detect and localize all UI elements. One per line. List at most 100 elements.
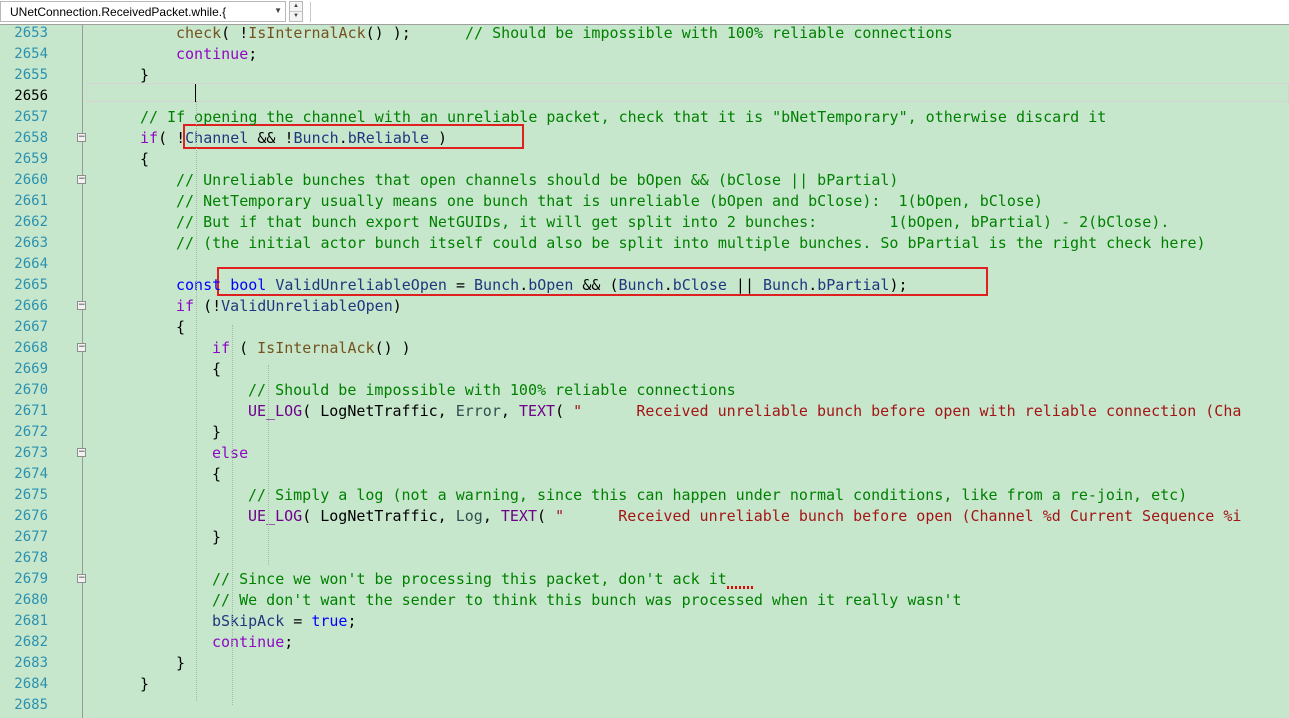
- code-text: }: [212, 422, 221, 443]
- line-number: 2663: [14, 235, 48, 251]
- code-token: {: [176, 318, 186, 336]
- code-text: // Should be impossible with 100% reliab…: [248, 380, 736, 401]
- code-token: && !: [248, 129, 294, 147]
- code-line[interactable]: 2682 continue;: [0, 632, 1289, 653]
- code-line[interactable]: 2658 − if( !Channel && !Bunch.bReliable ): [0, 128, 1289, 149]
- chevron-down-icon[interactable]: ▼: [290, 12, 302, 21]
- code-token: " Received unreliable bunch before open …: [555, 507, 1242, 525]
- code-line[interactable]: 2683}: [0, 653, 1289, 674]
- code-line[interactable]: 2653 check( !IsInternalAck() ); // Should…: [0, 25, 1289, 44]
- code-token: {: [212, 465, 222, 483]
- code-line[interactable]: 2679 − // Since we won't be processing thi…: [0, 569, 1289, 590]
- collapse-icon[interactable]: −: [77, 301, 86, 310]
- code-line[interactable]: 2659 {: [0, 149, 1289, 170]
- code-line[interactable]: 2667 {: [0, 317, 1289, 338]
- scope-dropdown[interactable]: UNetConnection.ReceivedPacket.while.{ ▼: [0, 1, 286, 22]
- code-line[interactable]: 2670 // Should be impossible with 100% re…: [0, 380, 1289, 401]
- code-line[interactable]: 2678: [0, 548, 1289, 569]
- scope-label: UNetConnection.ReceivedPacket.while.{: [10, 5, 227, 19]
- code-token: IsInternalAck: [257, 339, 375, 357]
- line-number: 2675: [14, 487, 48, 503]
- code-token: ,: [482, 507, 501, 525]
- code-token: TEXT: [500, 507, 537, 525]
- code-line[interactable]: 2671 UE_LOG( LogNetTraffic, Error, TEXT( …: [0, 401, 1289, 422]
- code-token: UE_LOG: [248, 402, 303, 420]
- code-line[interactable]: 2654 continue;: [0, 44, 1289, 65]
- code-line[interactable]: 2675 // Simply a log (not a warning, sinc…: [0, 485, 1289, 506]
- code-token: bReliable: [347, 129, 429, 147]
- code-line[interactable]: 2656: [0, 86, 1289, 107]
- code-line[interactable]: 2661 // NetTemporary usually means one bu…: [0, 191, 1289, 212]
- code-text: // We don't want the sender to think thi…: [212, 590, 962, 611]
- code-token: );: [889, 276, 908, 294]
- code-token: Bunch: [474, 276, 520, 294]
- line-number: 2654: [14, 46, 48, 62]
- code-token: (: [302, 402, 321, 420]
- collapse-icon[interactable]: −: [77, 343, 86, 352]
- chevron-up-icon[interactable]: ▲: [290, 2, 302, 12]
- code-line[interactable]: 2666 − if (!ValidUnreliableOpen): [0, 296, 1289, 317]
- code-line[interactable]: 2660 − // Unreliable bunches that open cha…: [0, 170, 1289, 191]
- code-token: ;: [284, 633, 294, 651]
- code-line[interactable]: 2663 // (the initial actor bunch itself c…: [0, 233, 1289, 254]
- code-line[interactable]: 2676 UE_LOG( LogNetTraffic, Log, TEXT( " …: [0, 506, 1289, 527]
- code-line[interactable]: 2685: [0, 695, 1289, 716]
- line-number: 2659: [14, 151, 48, 167]
- code-line[interactable]: 2684}: [0, 674, 1289, 695]
- code-token: ValidUnreliableOpen: [275, 276, 447, 294]
- code-text: // But if that bunch export NetGUIDs, it…: [176, 212, 1169, 233]
- code-token: }: [212, 423, 222, 441]
- code-line[interactable]: 2669 {: [0, 359, 1289, 380]
- collapse-icon[interactable]: −: [77, 175, 86, 184]
- line-number: 2670: [14, 382, 48, 398]
- code-token: // (the initial actor bunch itself could…: [176, 234, 1206, 252]
- line-number: 2678: [14, 550, 48, 566]
- code-line[interactable]: 2655}: [0, 65, 1289, 86]
- code-line[interactable]: 2674 {: [0, 464, 1289, 485]
- collapse-icon[interactable]: −: [77, 574, 86, 583]
- code-line[interactable]: 2657 // If opening the channel with an un…: [0, 107, 1289, 128]
- code-token: // Simply a log (not a warning, since th…: [248, 486, 1188, 504]
- code-token: // We don't want the sender to think thi…: [212, 591, 962, 609]
- code-line[interactable]: 2662 // But if that bunch export NetGUIDs…: [0, 212, 1289, 233]
- code-editor[interactable]: 2653 check( !IsInternalAck() ); // Should…: [0, 25, 1289, 718]
- code-token: {: [140, 150, 150, 168]
- indent-guide: [232, 325, 233, 705]
- toolbar-divider: [310, 2, 311, 22]
- code-token: ;: [347, 612, 357, 630]
- scope-spinner[interactable]: ▲ ▼: [289, 1, 303, 22]
- code-line[interactable]: 2664: [0, 254, 1289, 275]
- code-text: if (!ValidUnreliableOpen): [176, 296, 402, 317]
- code-line[interactable]: 2680 // We don't want the sender to think…: [0, 590, 1289, 611]
- code-line[interactable]: 2665 const bool ValidUnreliableOpen = Bun…: [0, 275, 1289, 296]
- code-line[interactable]: 2677}: [0, 527, 1289, 548]
- code-text: // Since we won't be processing this pac…: [212, 569, 727, 590]
- code-token: ,: [500, 402, 519, 420]
- code-token: ( !: [158, 129, 186, 147]
- line-number: 2662: [14, 214, 48, 230]
- code-text: // NetTemporary usually means one bunch …: [176, 191, 1043, 212]
- code-text: // Unreliable bunches that open channels…: [176, 170, 898, 191]
- code-token: .: [808, 276, 818, 294]
- collapse-icon[interactable]: −: [77, 133, 86, 142]
- code-token: }: [140, 66, 150, 84]
- code-token: // Should be impossible with 100% reliab…: [465, 25, 953, 42]
- code-token: Bunch: [618, 276, 664, 294]
- line-number: 2681: [14, 613, 48, 629]
- code-text: }: [212, 527, 221, 548]
- code-line[interactable]: 2668 − if ( IsInternalAck() ): [0, 338, 1289, 359]
- code-text: else: [212, 443, 248, 464]
- code-line[interactable]: 2673 − else: [0, 443, 1289, 464]
- code-line[interactable]: 2672}: [0, 422, 1289, 443]
- code-text: }: [176, 653, 185, 674]
- code-text: }: [140, 674, 149, 695]
- code-text: {: [212, 359, 221, 380]
- code-token: continue: [212, 633, 285, 651]
- code-token: true: [311, 612, 348, 630]
- code-line[interactable]: 2681 bSkipAck = true;: [0, 611, 1289, 632]
- line-number: 2677: [14, 529, 48, 545]
- code-text: if( !Channel && !Bunch.bReliable ): [140, 128, 447, 149]
- code-token: (: [230, 339, 258, 357]
- collapse-icon[interactable]: −: [77, 448, 86, 457]
